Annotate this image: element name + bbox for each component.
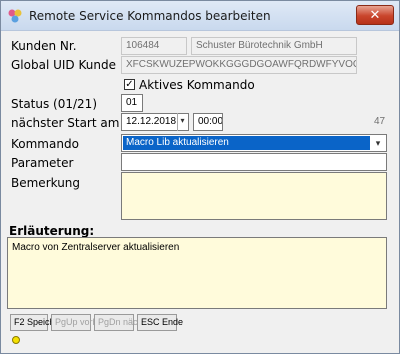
save-button[interactable]: F2 Speich. (10, 314, 57, 331)
page-down-button[interactable]: PgDn näch (94, 314, 143, 331)
erlaeuterung-field[interactable]: Macro von Zentralserver aktualisieren (7, 237, 387, 309)
form-area: Kunden Nr. 106484 Schuster Bürotechnik G… (7, 32, 393, 349)
dialog-window: Remote Service Kommandos bearbeiten ✕ Ku… (0, 0, 400, 354)
app-icon (7, 8, 23, 24)
status-field[interactable]: 01 (121, 94, 143, 112)
parameter-label: Parameter (11, 156, 74, 170)
kunden-nr-label: Kunden Nr. (11, 39, 77, 53)
chevron-down-icon[interactable]: ▾ (372, 135, 384, 151)
close-icon: ✕ (369, 7, 381, 22)
naechster-start-label: nächster Start am (11, 116, 120, 130)
date-value: 12.12.2018 (126, 116, 177, 127)
counter-value: 47 (374, 116, 386, 127)
uid-field[interactable]: XFCSKWUZEPWOKKGGGDGOAWFQRDWFYVOO (121, 56, 357, 74)
kunden-name-field[interactable]: Schuster Bürotechnik GmbH (191, 37, 357, 55)
kommando-selected-value: Macro Lib aktualisieren (123, 136, 370, 150)
escape-button[interactable]: ESC Ende (137, 314, 183, 331)
window-title: Remote Service Kommandos bearbeiten (29, 9, 271, 23)
aktiv-label: Aktives Kommando (139, 78, 255, 92)
status-led-icon (12, 336, 20, 344)
parameter-field[interactable] (121, 153, 387, 171)
date-dropdown-icon[interactable]: ▾ (177, 113, 187, 131)
time-field[interactable]: 00:00 (193, 113, 223, 131)
close-button[interactable]: ✕ (356, 5, 394, 25)
uid-label: Global UID Kunde (11, 58, 116, 72)
kommando-label: Kommando (11, 137, 79, 151)
title-bar: Remote Service Kommandos bearbeiten ✕ (1, 1, 399, 31)
status-label: Status (01/21) (11, 97, 97, 111)
bemerkung-field[interactable] (121, 172, 387, 220)
kommando-select[interactable]: Macro Lib aktualisieren ▾ (121, 134, 387, 152)
bemerkung-label: Bemerkung (11, 176, 81, 190)
aktiv-checkbox[interactable]: ✓ (124, 79, 135, 90)
kunden-nr-field[interactable]: 106484 (121, 37, 187, 55)
erlaeuterung-label: Erläuterung: (9, 224, 95, 238)
page-up-button[interactable]: PgUp vorh (51, 314, 98, 331)
